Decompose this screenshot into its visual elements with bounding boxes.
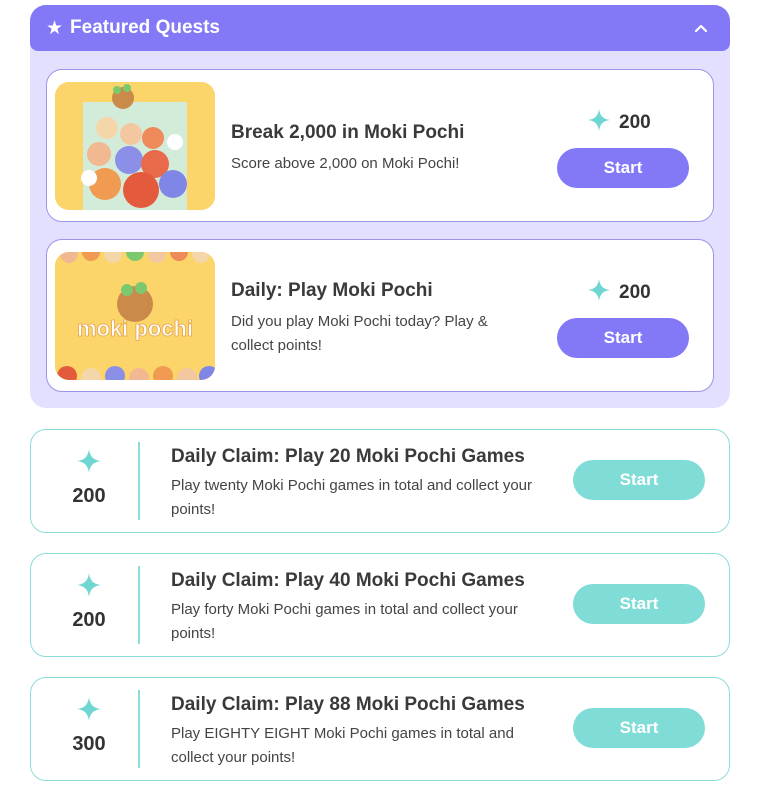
featured-quests-header[interactable]: ★ Featured Quests	[30, 5, 730, 51]
quest-description: Play forty Moki Pochi games in total and…	[171, 601, 518, 642]
start-button[interactable]: Start	[557, 318, 689, 358]
start-button[interactable]: Start	[573, 584, 705, 624]
quest-description: Play twenty Moki Pochi games in total an…	[171, 477, 533, 518]
featured-quests-panel: ★ Featured Quests Break 2,000 in Moki Po…	[30, 5, 730, 408]
moki-pochi-gameplay-thumbnail	[55, 82, 215, 210]
sparkle-icon	[587, 108, 611, 137]
featured-quest-card: moki pochi Daily: Play Moki Pochi Did yo…	[46, 239, 714, 392]
chevron-up-icon[interactable]	[688, 15, 714, 41]
quest-reward: 200	[53, 572, 125, 632]
sparkle-icon	[76, 572, 102, 603]
quest-title: Daily Claim: Play 20 Moki Pochi Games	[171, 446, 525, 467]
moki-pochi-logo-thumbnail: moki pochi	[55, 252, 215, 380]
featured-quest-card: Break 2,000 in Moki Pochi Score above 2,…	[46, 69, 714, 222]
divider	[138, 442, 140, 520]
quest-card: 300 Daily Claim: Play 88 Moki Pochi Game…	[30, 677, 730, 781]
quest-points: 200	[619, 111, 651, 133]
featured-quests-title: Featured Quests	[70, 17, 220, 38]
quest-reward: 200	[587, 278, 667, 307]
quest-points: 200	[619, 281, 651, 303]
quest-description: Score above 2,000 on Moki Pochi!	[231, 155, 460, 172]
quest-description: Play EIGHTY EIGHT Moki Pochi games in to…	[171, 725, 514, 766]
quest-title: Daily: Play Moki Pochi	[231, 280, 433, 301]
star-icon: ★	[46, 17, 64, 39]
quest-description: Did you play Moki Pochi today? Play & co…	[231, 313, 488, 354]
quest-points: 200	[72, 485, 106, 507]
start-button[interactable]: Start	[557, 148, 689, 188]
start-button[interactable]: Start	[573, 708, 705, 748]
sparkle-icon	[587, 278, 611, 307]
quest-points: 300	[72, 733, 106, 755]
moki-pochi-logo-text: moki pochi	[77, 316, 193, 341]
start-button[interactable]: Start	[573, 460, 705, 500]
divider	[138, 566, 140, 644]
quest-title: Daily Claim: Play 40 Moki Pochi Games	[171, 570, 525, 591]
quest-title: Break 2,000 in Moki Pochi	[231, 122, 465, 143]
divider	[138, 690, 140, 768]
quest-card: 200 Daily Claim: Play 40 Moki Pochi Game…	[30, 553, 730, 657]
quest-card: 200 Daily Claim: Play 20 Moki Pochi Game…	[30, 429, 730, 533]
sparkle-icon	[76, 696, 102, 727]
quest-reward: 200	[53, 448, 125, 508]
sparkle-icon	[76, 448, 102, 479]
quest-title: Daily Claim: Play 88 Moki Pochi Games	[171, 694, 525, 715]
quest-reward: 200	[587, 108, 667, 137]
quest-points: 200	[72, 609, 106, 631]
quest-reward: 300	[53, 696, 125, 756]
